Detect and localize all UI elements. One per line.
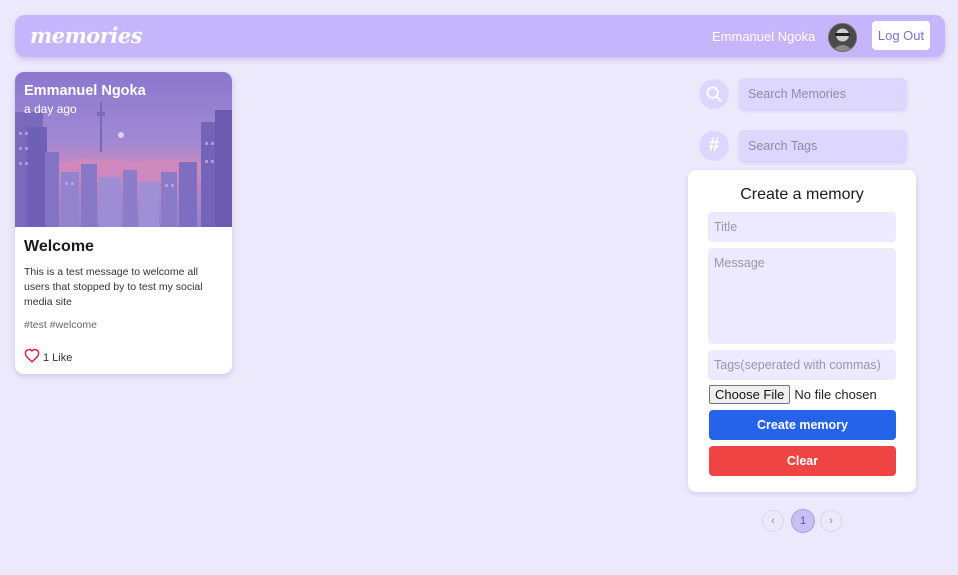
file-status: No file chosen xyxy=(794,387,877,402)
tags-field[interactable] xyxy=(708,350,896,380)
like-button[interactable]: 1 Like xyxy=(24,348,73,368)
create-memory-button[interactable]: Create memory xyxy=(709,410,896,440)
user-name: Emmanuel Ngoka xyxy=(712,29,816,44)
create-memory-form: Create a memory Choose File No file chos… xyxy=(688,170,916,492)
logout-button[interactable]: Log Out xyxy=(872,21,930,50)
post-tags: #test #welcome xyxy=(24,319,97,331)
post-title: Welcome xyxy=(24,238,94,255)
app-logo[interactable]: memories xyxy=(30,23,143,48)
search-tags-input[interactable] xyxy=(739,130,907,161)
like-count: 1 Like xyxy=(43,352,73,364)
page-1-button[interactable]: 1 xyxy=(791,509,815,533)
heart-icon xyxy=(24,348,40,368)
post-author: Emmanuel Ngoka xyxy=(24,83,146,99)
memory-image: Emmanuel Ngoka a day ago xyxy=(15,72,232,227)
file-picker: Choose File No file chosen xyxy=(709,385,877,404)
chevron-right-icon: › xyxy=(829,515,833,527)
memory-card[interactable]: Emmanuel Ngoka a day ago Welcome This is… xyxy=(15,72,232,374)
chevron-left-icon: ‹ xyxy=(771,515,775,527)
prev-page-button[interactable]: ‹ xyxy=(762,510,784,532)
hashtag-icon[interactable]: # xyxy=(699,131,729,161)
post-time: a day ago xyxy=(24,102,77,116)
post-message: This is a test message to welcome all us… xyxy=(24,266,203,308)
navbar: memories Emmanuel Ngoka Log Out xyxy=(15,15,945,57)
avatar xyxy=(828,23,857,52)
message-field[interactable] xyxy=(708,248,896,344)
clear-button[interactable]: Clear xyxy=(709,446,896,476)
title-field[interactable] xyxy=(708,212,896,242)
search-memories-input[interactable] xyxy=(739,78,907,109)
next-page-button[interactable]: › xyxy=(820,510,842,532)
choose-file-button[interactable]: Choose File xyxy=(709,385,791,404)
search-icon[interactable] xyxy=(699,79,729,109)
form-heading: Create a memory xyxy=(740,186,864,203)
